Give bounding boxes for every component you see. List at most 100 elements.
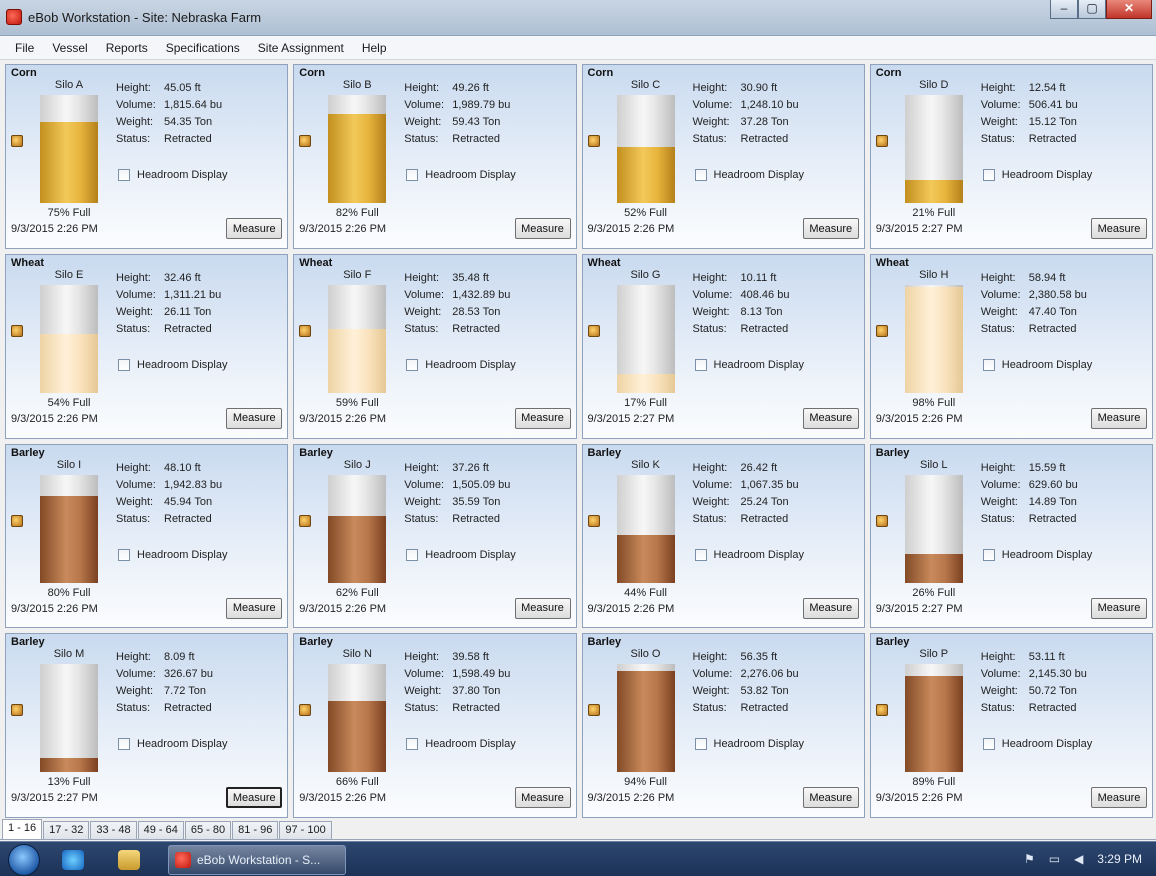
- measure-button[interactable]: Measure: [1091, 218, 1147, 239]
- page-tab[interactable]: 65 - 80: [184, 821, 232, 839]
- page-tab[interactable]: 1 - 16: [2, 819, 43, 839]
- headroom-checkbox[interactable]: [406, 169, 419, 181]
- weight-value: 7.72 Ton: [164, 685, 207, 698]
- menu-site-assignment[interactable]: Site Assignment: [249, 38, 353, 58]
- menu-help[interactable]: Help: [353, 38, 396, 58]
- height-label: Height:: [116, 651, 151, 664]
- sensor-icon[interactable]: [587, 704, 600, 717]
- page-tab[interactable]: 17 - 32: [43, 821, 90, 839]
- headroom-checkbox[interactable]: [118, 358, 130, 371]
- menu-reports[interactable]: Reports: [97, 38, 157, 58]
- headroom-checkbox[interactable]: [982, 738, 995, 751]
- minimize-button[interactable]: –: [1050, 0, 1078, 19]
- sensor-icon[interactable]: [11, 135, 23, 147]
- measure-button[interactable]: Measure: [514, 218, 571, 239]
- headroom-display-toggle[interactable]: Headroom Display: [118, 358, 227, 371]
- measure-button[interactable]: Measure: [514, 787, 571, 809]
- height-value: 10.11 ft: [740, 271, 777, 284]
- headroom-checkbox[interactable]: [118, 738, 130, 751]
- silo-card: Wheat Silo F 59% Full Height: 35.48 ft Vo…: [293, 253, 577, 439]
- measure-button[interactable]: Measure: [514, 597, 571, 619]
- headroom-checkbox[interactable]: [694, 738, 707, 751]
- sensor-icon[interactable]: [875, 135, 888, 147]
- headroom-checkbox[interactable]: [118, 548, 130, 561]
- taskbar-ebob-task[interactable]: eBob Workstation - S...: [168, 845, 346, 875]
- headroom-display-toggle[interactable]: Headroom Display: [406, 169, 516, 181]
- silo-properties: Height: 12.54 ft Volume: 506.41 bu Weight:…: [981, 80, 1078, 148]
- headroom-display-toggle[interactable]: Headroom Display: [982, 548, 1092, 561]
- measure-button[interactable]: Measure: [1091, 597, 1147, 619]
- headroom-checkbox[interactable]: [694, 169, 707, 181]
- headroom-checkbox[interactable]: [982, 358, 995, 371]
- internet-explorer-icon[interactable]: [62, 850, 84, 870]
- sensor-icon[interactable]: [875, 704, 888, 717]
- headroom-checkbox[interactable]: [694, 548, 707, 561]
- headroom-display-toggle[interactable]: Headroom Display: [982, 169, 1092, 181]
- status-value: Retracted: [740, 702, 789, 715]
- sensor-icon[interactable]: [587, 135, 600, 147]
- maximize-button[interactable]: ▢: [1078, 0, 1106, 19]
- headroom-checkbox[interactable]: [694, 358, 707, 371]
- headroom-display-toggle[interactable]: Headroom Display: [406, 738, 516, 751]
- measurement-timestamp: 9/3/2015 2:26 PM: [587, 223, 675, 235]
- menu-vessel[interactable]: Vessel: [43, 38, 96, 58]
- sensor-icon[interactable]: [587, 514, 600, 527]
- headroom-checkbox[interactable]: [406, 738, 419, 751]
- headroom-display-toggle[interactable]: Headroom Display: [694, 169, 804, 181]
- measure-button[interactable]: Measure: [802, 787, 859, 809]
- menu-specifications[interactable]: Specifications: [157, 38, 249, 58]
- silo-fill-level: [328, 515, 387, 583]
- sensor-icon[interactable]: [299, 324, 312, 337]
- measure-button[interactable]: Measure: [802, 218, 859, 239]
- silo-card: Barley Silo M 13% Full Height: 8.09 ft Vo…: [5, 633, 289, 818]
- measure-button[interactable]: Measure: [226, 218, 283, 239]
- page-tab[interactable]: 49 - 64: [137, 821, 184, 839]
- page-tab[interactable]: 81 - 96: [232, 821, 279, 839]
- sensor-icon[interactable]: [875, 514, 888, 527]
- sensor-icon[interactable]: [299, 514, 312, 527]
- network-icon[interactable]: ▭: [1049, 852, 1060, 866]
- headroom-display-toggle[interactable]: Headroom Display: [982, 358, 1092, 371]
- silo-tank: [40, 284, 98, 393]
- headroom-checkbox[interactable]: [118, 169, 130, 181]
- sensor-icon[interactable]: [299, 135, 312, 147]
- measure-button[interactable]: Measure: [1091, 787, 1147, 809]
- measure-button[interactable]: Measure: [802, 407, 859, 429]
- sensor-icon[interactable]: [11, 324, 23, 337]
- headroom-checkbox[interactable]: [406, 548, 419, 561]
- headroom-display-toggle[interactable]: Headroom Display: [982, 738, 1092, 751]
- measure-button[interactable]: Measure: [226, 597, 283, 619]
- headroom-display-toggle[interactable]: Headroom Display: [694, 358, 804, 371]
- page-tab[interactable]: 33 - 48: [90, 821, 137, 839]
- silo-grid: Corn Silo A 75% Full Height: 45.05 ft Vol…: [5, 64, 1153, 818]
- sensor-icon[interactable]: [299, 704, 312, 717]
- measure-button[interactable]: Measure: [226, 407, 283, 429]
- menu-file[interactable]: File: [6, 38, 43, 58]
- clock[interactable]: 3:29 PM: [1097, 852, 1142, 866]
- sensor-icon[interactable]: [587, 324, 600, 337]
- headroom-checkbox[interactable]: [982, 169, 995, 181]
- headroom-display-toggle[interactable]: Headroom Display: [118, 738, 227, 751]
- headroom-display-toggle[interactable]: Headroom Display: [406, 358, 516, 371]
- headroom-display-toggle[interactable]: Headroom Display: [118, 548, 227, 561]
- volume-icon[interactable]: ◀: [1074, 852, 1083, 866]
- headroom-display-toggle[interactable]: Headroom Display: [118, 169, 227, 181]
- file-explorer-icon[interactable]: [118, 850, 140, 870]
- measure-button[interactable]: Measure: [514, 407, 571, 429]
- headroom-checkbox[interactable]: [406, 358, 419, 371]
- close-button[interactable]: ✕: [1106, 0, 1152, 19]
- sensor-icon[interactable]: [11, 514, 23, 527]
- start-button[interactable]: [8, 844, 40, 876]
- measure-button[interactable]: Measure: [1091, 407, 1147, 429]
- headroom-display-toggle[interactable]: Headroom Display: [406, 548, 516, 561]
- flag-icon[interactable]: ⚑: [1024, 852, 1035, 866]
- headroom-display-toggle[interactable]: Headroom Display: [694, 738, 804, 751]
- sensor-icon[interactable]: [875, 324, 888, 337]
- headroom-checkbox[interactable]: [982, 548, 995, 561]
- headroom-display-toggle[interactable]: Headroom Display: [694, 548, 804, 561]
- sensor-icon[interactable]: [11, 704, 23, 717]
- measure-button[interactable]: Measure: [802, 597, 859, 619]
- measurement-timestamp: 9/3/2015 2:26 PM: [587, 602, 675, 615]
- page-tab[interactable]: 97 - 100: [279, 821, 332, 839]
- measure-button[interactable]: Measure: [226, 787, 283, 809]
